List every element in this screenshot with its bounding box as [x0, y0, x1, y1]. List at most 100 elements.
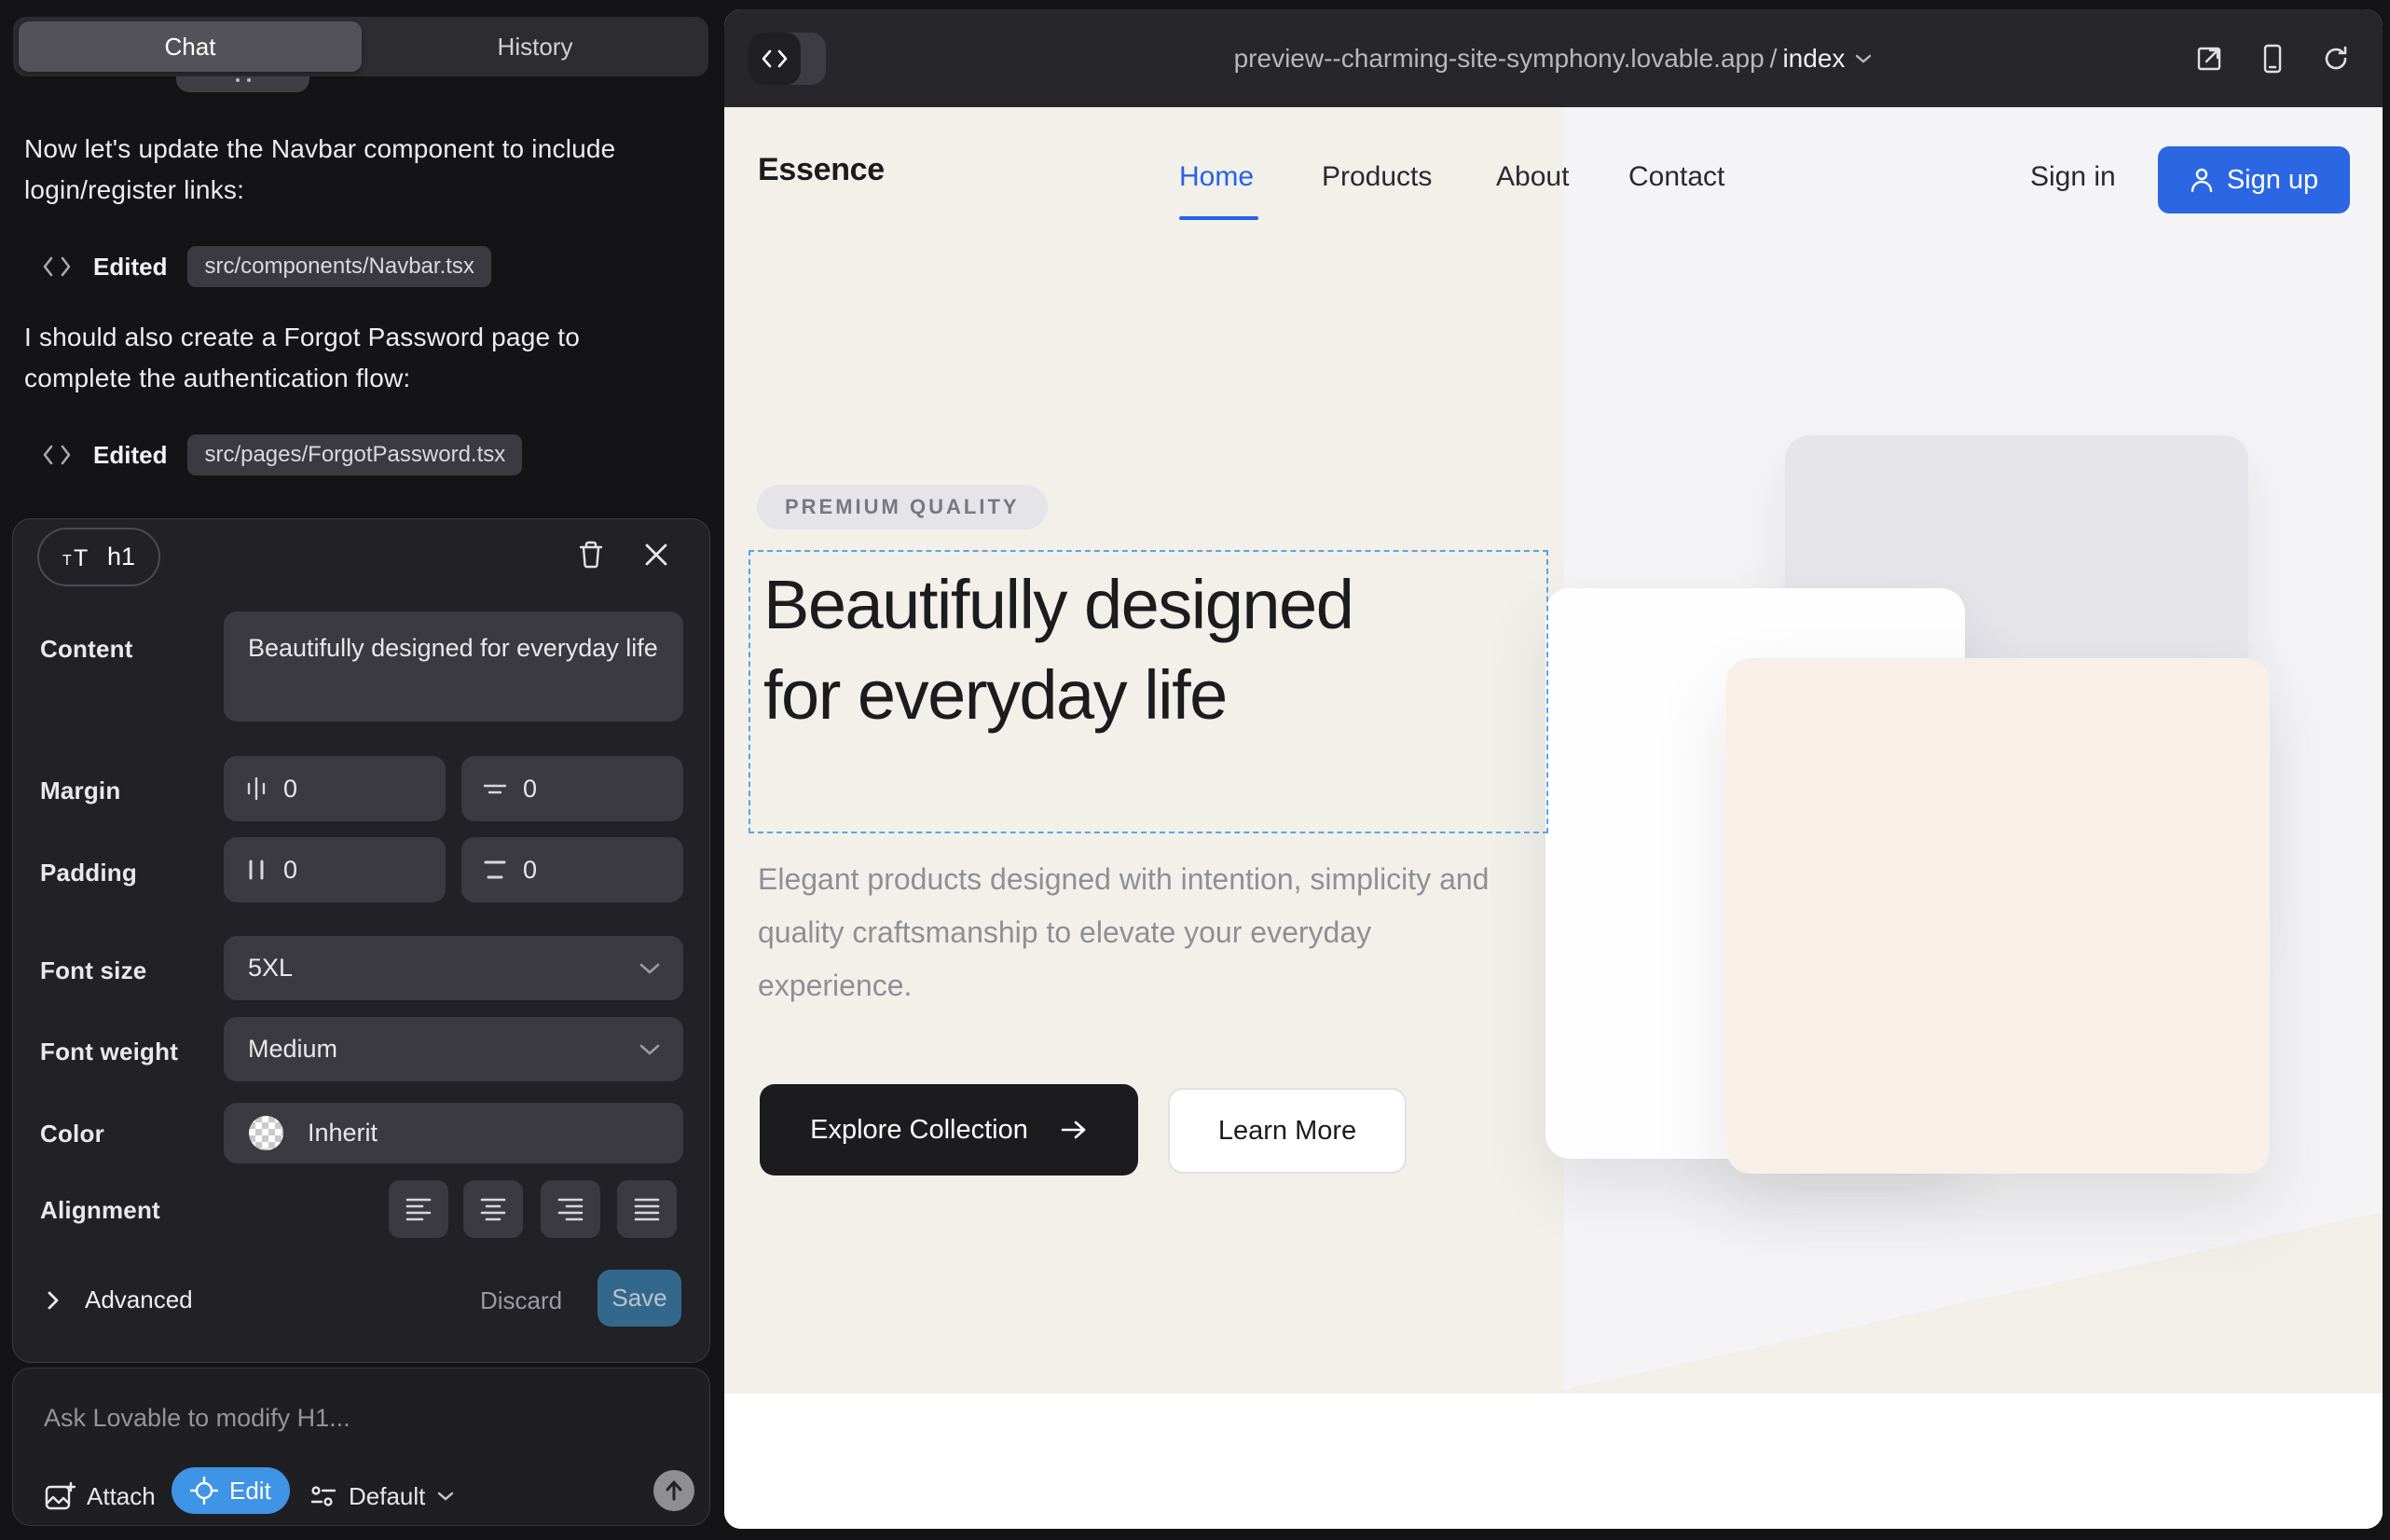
align-justify-icon — [633, 1197, 661, 1221]
chevron-down-icon — [639, 962, 661, 975]
chevron-down-icon — [436, 1491, 455, 1502]
open-external-button[interactable] — [2189, 38, 2230, 79]
element-tag-badge[interactable]: TT h1 — [37, 528, 160, 586]
align-right-icon — [556, 1197, 584, 1221]
discard-button[interactable]: Discard — [474, 1286, 568, 1316]
signup-button[interactable]: Sign up — [2158, 146, 2350, 213]
close-icon — [643, 542, 669, 568]
content-field-label: Content — [40, 635, 133, 664]
url-bar[interactable]: preview--charming-site-symphony.lovable.… — [724, 9, 2383, 107]
tab-chat[interactable]: Chat — [19, 21, 362, 72]
padding-horizontal-input[interactable]: 0 — [224, 837, 446, 902]
site-brand[interactable]: Essence — [758, 152, 885, 188]
explore-collection-button[interactable]: Explore Collection — [760, 1084, 1138, 1176]
align-center-button[interactable] — [463, 1180, 523, 1238]
arrow-right-icon — [1060, 1119, 1088, 1141]
padding-field-label: Padding — [40, 859, 137, 887]
nav-link-home[interactable]: Home — [1179, 161, 1254, 193]
open-in-new-icon — [2195, 45, 2223, 73]
align-center-icon — [479, 1197, 507, 1221]
margin-vertical-icon — [482, 777, 508, 801]
attach-button[interactable]: Attach — [44, 1473, 156, 1519]
signup-label: Sign up — [2227, 165, 2318, 196]
hero-paragraph: Elegant products designed with intention… — [758, 853, 1513, 1012]
color-field-label: Color — [40, 1120, 104, 1148]
send-button[interactable] — [653, 1470, 694, 1511]
hero-section: Essence Home Products About Contact Sign… — [724, 107, 2383, 1394]
preview-topbar: preview--charming-site-symphony.lovable.… — [724, 9, 2383, 107]
color-swatch-icon — [249, 1116, 283, 1150]
delete-element-button[interactable] — [570, 534, 611, 575]
align-left-button[interactable] — [389, 1180, 448, 1238]
user-icon — [2190, 167, 2214, 193]
tab-history[interactable]: History — [362, 17, 708, 76]
selected-element-outline[interactable]: Beautifully designed for everyday life — [749, 550, 1548, 833]
element-tag-label: h1 — [107, 543, 135, 571]
edited-file-row: Edited src/components/Navbar.tsx — [41, 246, 491, 287]
chevron-right-icon — [46, 1289, 61, 1312]
decorative-card-cream — [1726, 658, 2270, 1174]
attach-label: Attach — [87, 1482, 156, 1511]
padding-horizontal-value: 0 — [283, 856, 297, 885]
alignment-field-label: Alignment — [40, 1196, 160, 1225]
content-input[interactable]: Beautifully designed for everyday life — [224, 612, 683, 722]
align-right-button[interactable] — [541, 1180, 600, 1238]
padding-horizontal-icon — [244, 857, 268, 883]
font-weight-value: Medium — [248, 1035, 337, 1064]
chat-history-tabs: Chat History — [13, 17, 708, 76]
edit-label: Edit — [229, 1477, 271, 1506]
refresh-icon — [2322, 45, 2350, 73]
nav-link-about[interactable]: About — [1496, 161, 1569, 193]
margin-horizontal-input[interactable]: 0 — [224, 756, 446, 821]
close-panel-button[interactable] — [636, 534, 677, 575]
learn-more-button[interactable]: Learn More — [1168, 1088, 1407, 1174]
signin-link[interactable]: Sign in — [2030, 161, 2116, 193]
clipped-chip — [176, 76, 309, 92]
composer: Ask Lovable to modify H1... Attach Edit … — [12, 1368, 710, 1526]
cta-primary-label: Explore Collection — [810, 1115, 1028, 1146]
arrow-up-icon — [664, 1479, 684, 1502]
preview-window: preview--charming-site-symphony.lovable.… — [724, 9, 2383, 1529]
color-value: Inherit — [308, 1119, 378, 1148]
nav-link-contact[interactable]: Contact — [1628, 161, 1724, 193]
chat-message: Now let's update the Navbar component to… — [24, 129, 686, 211]
refresh-button[interactable] — [2315, 38, 2356, 79]
save-button[interactable]: Save — [598, 1270, 681, 1327]
edited-label: Edited — [93, 253, 167, 282]
tab-chat-label: Chat — [165, 33, 216, 62]
margin-vertical-input[interactable]: 0 — [461, 756, 683, 821]
tab-history-label: History — [498, 33, 573, 62]
chevron-down-icon — [639, 1043, 661, 1056]
file-chip[interactable]: src/components/Navbar.tsx — [187, 246, 490, 287]
app-window: Chat History Now let's update the Navbar… — [0, 0, 2390, 1540]
phone-icon — [2262, 44, 2283, 74]
align-justify-button[interactable] — [617, 1180, 677, 1238]
edited-label: Edited — [93, 441, 167, 470]
sliders-icon — [309, 1482, 337, 1510]
url-page: index — [1782, 44, 1845, 74]
mobile-view-button[interactable] — [2252, 38, 2293, 79]
margin-horizontal-icon — [244, 776, 268, 802]
file-chip[interactable]: src/pages/ForgotPassword.tsx — [187, 434, 522, 475]
font-weight-select[interactable]: Medium — [224, 1017, 683, 1081]
margin-field-label: Margin — [40, 777, 120, 805]
padding-vertical-input[interactable]: 0 — [461, 837, 683, 902]
align-left-icon — [405, 1197, 433, 1221]
hero-heading[interactable]: Beautifully designed for everyday life — [763, 559, 1397, 740]
font-weight-field-label: Font weight — [40, 1038, 178, 1066]
font-size-select[interactable]: 5XL — [224, 936, 683, 1000]
edit-mode-button[interactable]: Edit — [172, 1467, 290, 1514]
chat-message: I should also create a Forgot Password p… — [24, 317, 686, 399]
attach-image-icon — [44, 1481, 76, 1511]
advanced-toggle[interactable]: Advanced — [46, 1286, 193, 1314]
svg-text:T: T — [74, 545, 88, 570]
default-mode-dropdown[interactable]: Default — [309, 1473, 455, 1519]
code-icon — [41, 253, 73, 281]
type-icon: TT — [62, 545, 96, 570]
padding-vertical-icon — [482, 857, 508, 883]
nav-link-products[interactable]: Products — [1322, 161, 1432, 193]
padding-vertical-value: 0 — [523, 856, 537, 885]
color-select[interactable]: Inherit — [224, 1103, 683, 1163]
chevron-down-icon — [1854, 53, 1873, 64]
composer-input[interactable]: Ask Lovable to modify H1... — [44, 1404, 350, 1433]
